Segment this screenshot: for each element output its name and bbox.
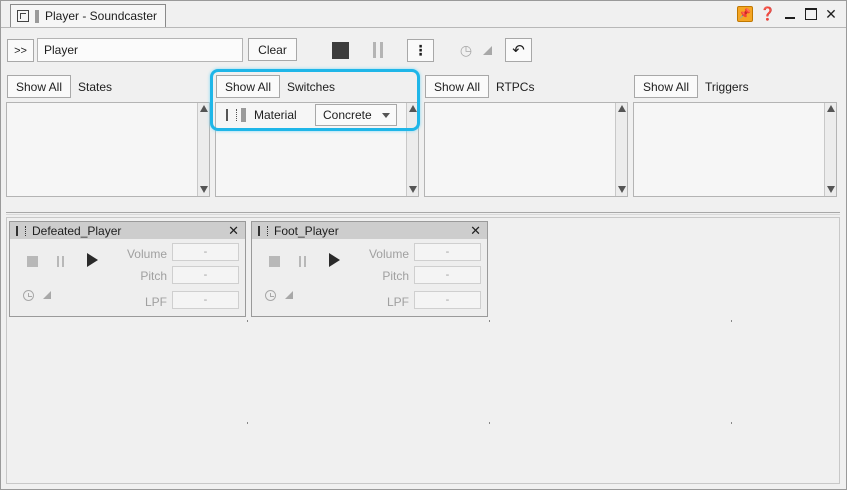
rtpcs-list[interactable] [424,102,628,197]
volume-field[interactable]: - [414,243,481,261]
expand-button[interactable]: >> [7,39,34,62]
scroll-down-icon[interactable] [618,186,626,193]
grid-dot [247,320,248,322]
grid-dot [731,422,732,424]
stop-icon[interactable] [269,256,280,267]
clear-button[interactable]: Clear [248,38,297,61]
schedule-icon[interactable]: ◷ [458,42,474,59]
pitch-label: Pitch [382,269,409,283]
states-list[interactable] [6,102,210,197]
states-label: States [78,80,113,94]
grid-dot [731,320,732,322]
close-icon[interactable]: ✕ [470,223,481,239]
switches-highlight [210,69,420,131]
sound-card[interactable]: Foot_Player ✕ Volume - Pitch - LPF - [251,221,488,317]
minimize-icon[interactable] [783,6,797,22]
soundcaster-icon [17,10,29,22]
rtpcs-scrollbar[interactable] [615,103,627,196]
play-icon[interactable] [329,253,340,267]
scroll-up-icon[interactable] [200,105,208,112]
section-divider-shadow [6,214,840,215]
pause-icon[interactable] [299,256,306,267]
schedule-dropdown-icon[interactable] [43,291,51,299]
window-title: Player - Soundcaster [45,9,158,23]
triggers-scrollbar[interactable] [824,103,836,196]
play-icon[interactable] [87,253,98,267]
rtpcs-label: RTPCs [496,80,535,94]
pitch-field[interactable]: - [414,266,481,284]
more-options-icon[interactable]: ⋮ [407,39,434,62]
stop-icon[interactable] [27,256,38,267]
title-divider [1,27,846,28]
grid-dot [489,422,490,424]
volume-label: Volume [368,247,409,261]
states-scrollbar[interactable] [197,103,209,196]
pause-icon[interactable] [57,256,64,267]
pause-icon[interactable] [373,42,387,59]
pitch-label: Pitch [140,269,167,283]
volume-label: Volume [126,247,167,261]
scroll-down-icon[interactable] [827,186,835,193]
schedule-dropdown-icon[interactable] [285,291,293,299]
states-show-all-button[interactable]: Show All [7,75,71,98]
triggers-list[interactable] [633,102,837,197]
triggers-label: Triggers [705,80,749,94]
schedule-dropdown-icon[interactable] [483,46,492,55]
pin-icon[interactable]: 📌 [737,6,753,22]
sound-object-icon [258,225,268,236]
session-name-input[interactable]: Player [37,38,243,62]
card-title: Foot_Player [274,223,339,238]
lpf-field[interactable]: - [172,291,239,309]
scroll-down-icon[interactable] [409,186,417,193]
undo-icon[interactable]: ↶ [505,38,532,62]
card-title: Defeated_Player [32,223,122,238]
pitch-field[interactable]: - [172,266,239,284]
close-icon[interactable]: ✕ [824,6,838,22]
triggers-show-all-button[interactable]: Show All [634,75,698,98]
section-divider [6,212,840,213]
grid-dot [489,320,490,322]
color-swatch [35,9,39,23]
stop-icon[interactable] [332,42,349,59]
scroll-down-icon[interactable] [200,186,208,193]
scroll-up-icon[interactable] [618,105,626,112]
lpf-field[interactable]: - [414,291,481,309]
grid-dot [247,422,248,424]
scroll-up-icon[interactable] [827,105,835,112]
close-icon[interactable]: ✕ [228,223,239,239]
sound-object-icon [16,225,26,236]
lpf-label: LPF [386,295,409,309]
volume-field[interactable]: - [172,243,239,261]
rtpcs-show-all-button[interactable]: Show All [425,75,489,98]
lpf-label: LPF [144,295,167,309]
schedule-icon[interactable] [23,290,34,301]
schedule-icon[interactable] [265,290,276,301]
window-tab[interactable]: Player - Soundcaster [10,4,166,27]
maximize-icon[interactable] [804,6,818,22]
help-icon[interactable]: ❓ [760,6,776,22]
card-header: Defeated_Player ✕ [10,222,245,239]
sound-card[interactable]: Defeated_Player ✕ Volume - Pitch - LPF - [9,221,246,317]
card-header: Foot_Player ✕ [252,222,487,239]
